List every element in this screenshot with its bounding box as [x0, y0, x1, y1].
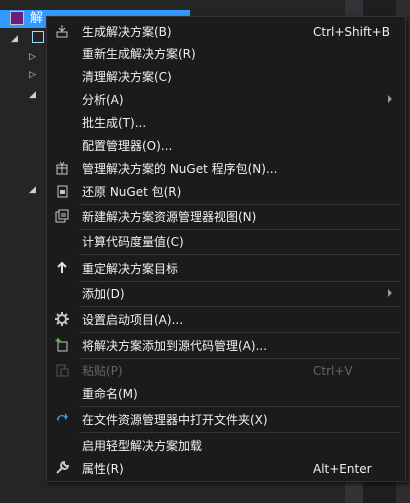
menu-item-label: 添加(D) — [82, 287, 125, 301]
menu-item-label: 在文件资源管理器中打开文件夹(X) — [82, 413, 268, 427]
menu-item-clean-solution[interactable]: 清理解决方案(C) — [48, 67, 404, 87]
menu-item-label: 将解决方案添加到源代码管理(A)... — [82, 339, 268, 353]
menu-item-label: 启用轻型解决方案加载 — [82, 439, 203, 453]
menu-item-label: 清理解决方案(C) — [82, 70, 172, 84]
add-source-control-icon — [54, 338, 70, 354]
menu-item-label: 重定解决方案目标 — [82, 262, 179, 276]
paste-icon — [54, 363, 70, 379]
menu-item-label: 管理解决方案的 NuGet 程序包(N)... — [82, 162, 278, 176]
submenu-arrow-icon — [388, 289, 392, 297]
menu-item-label: 重新生成解决方案(R) — [82, 47, 196, 61]
menu-item-restore-nuget[interactable]: 还原 NuGet 包(R) — [48, 182, 404, 202]
expand-arrow-icon[interactable]: ◢ — [29, 91, 36, 100]
menu-item-properties[interactable]: 属性(R) Alt+Enter — [48, 459, 404, 479]
menu-item-add-to-source-control[interactable]: 将解决方案添加到源代码管理(A)... — [48, 336, 404, 356]
menu-item-shortcut: Ctrl+V — [313, 364, 353, 378]
menu-item-open-in-file-explorer[interactable]: 在文件资源管理器中打开文件夹(X) — [48, 410, 404, 430]
wrench-icon — [54, 460, 70, 477]
menu-item-label: 计算代码度量值(C) — [82, 235, 184, 249]
menu-separator — [79, 281, 401, 282]
menu-item-build-solution[interactable]: 生成解决方案(B) Ctrl+Shift+B — [48, 22, 404, 42]
menu-item-calculate-code-metrics[interactable]: 计算代码度量值(C) — [48, 232, 404, 252]
menu-separator — [79, 358, 401, 359]
expand-arrow-icon[interactable]: ◢ — [11, 35, 18, 44]
menu-item-label: 批生成(T)... — [82, 116, 147, 130]
menu-item-label: 生成解决方案(B) — [82, 25, 172, 39]
menu-item-label: 粘贴(P) — [82, 364, 123, 378]
menu-item-manage-nuget[interactable]: 管理解决方案的 NuGet 程序包(N)... — [48, 159, 404, 179]
menu-item-configuration-manager[interactable]: 配置管理器(O)... — [48, 136, 404, 156]
menu-item-retarget-solution[interactable]: 重定解决方案目标 — [48, 259, 404, 279]
menu-separator — [79, 229, 401, 230]
menu-item-label: 新建解决方案资源管理器视图(N) — [82, 210, 257, 224]
restore-package-icon — [54, 184, 70, 200]
gear-icon — [54, 312, 70, 328]
menu-item-shortcut: Alt+Enter — [313, 462, 372, 476]
retarget-icon — [54, 261, 70, 277]
menu-item-add[interactable]: 添加(D) — [48, 284, 404, 304]
menu-separator — [79, 332, 401, 333]
menu-separator — [79, 306, 401, 307]
collapse-arrow-icon[interactable]: ▷ — [29, 71, 36, 80]
menu-item-label: 配置管理器(O)... — [82, 139, 173, 153]
solution-context-menu: 生成解决方案(B) Ctrl+Shift+B 重新生成解决方案(R) 清理解决方… — [46, 16, 406, 482]
menu-separator — [79, 406, 401, 407]
nuget-package-icon — [54, 161, 70, 177]
expand-arrow-icon[interactable]: ◢ — [29, 186, 36, 195]
project-icon — [32, 31, 44, 43]
menu-item-analyze[interactable]: 分析(A) — [48, 90, 404, 110]
menu-item-batch-build[interactable]: 批生成(T)... — [48, 113, 404, 133]
open-folder-icon — [54, 412, 70, 428]
solution-icon — [10, 11, 24, 25]
solution-label: 解 — [30, 11, 44, 26]
menu-item-new-explorer-view[interactable]: 新建解决方案资源管理器视图(N) — [48, 207, 404, 227]
menu-item-shortcut: Ctrl+Shift+B — [313, 25, 390, 39]
menu-separator — [79, 432, 401, 433]
menu-item-set-startup-projects[interactable]: 设置启动项目(A)... — [48, 310, 404, 330]
collapse-arrow-icon[interactable]: ▷ — [29, 53, 36, 62]
build-icon — [54, 24, 70, 40]
menu-item-label: 分析(A) — [82, 93, 124, 107]
menu-item-label: 还原 NuGet 包(R) — [82, 185, 182, 199]
menu-separator — [79, 254, 401, 255]
new-view-icon — [54, 209, 70, 225]
menu-item-lightweight-solution-load[interactable]: 启用轻型解决方案加载 — [48, 436, 404, 456]
menu-item-rebuild-solution[interactable]: 重新生成解决方案(R) — [48, 44, 404, 64]
menu-item-label: 重命名(M) — [82, 387, 138, 401]
menu-separator — [79, 204, 401, 205]
menu-item-paste[interactable]: 粘贴(P) Ctrl+V — [48, 361, 404, 381]
menu-item-label: 设置启动项目(A)... — [82, 313, 184, 327]
menu-item-rename[interactable]: 重命名(M) — [48, 384, 404, 404]
menu-item-label: 属性(R) — [82, 462, 124, 476]
submenu-arrow-icon — [388, 95, 392, 103]
